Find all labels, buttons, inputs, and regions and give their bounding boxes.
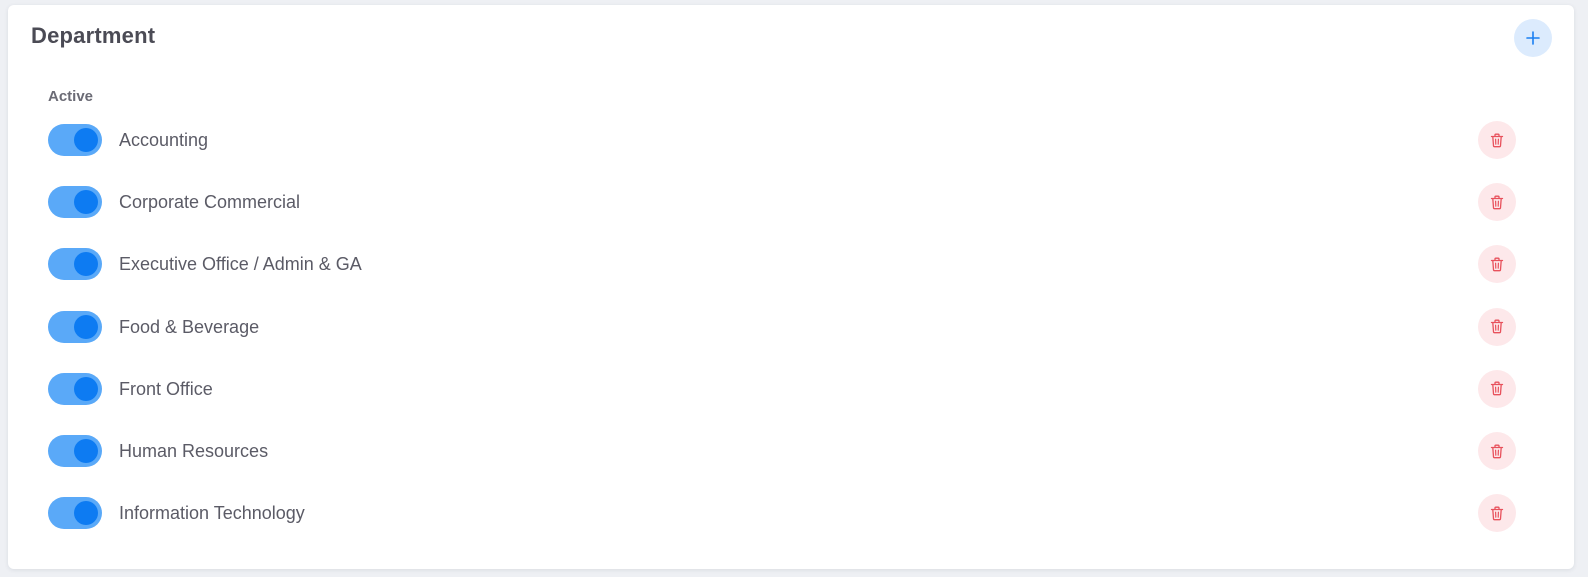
delete-department-button[interactable] xyxy=(1478,183,1516,222)
department-name: Information Technology xyxy=(119,503,305,524)
toggle-knob xyxy=(74,190,98,215)
department-row: Front Office xyxy=(48,369,1536,409)
toggle-knob xyxy=(74,314,98,339)
department-name: Food & Beverage xyxy=(119,316,260,337)
active-toggle[interactable] xyxy=(48,435,102,467)
trash-icon xyxy=(1490,319,1504,334)
department-name: Front Office xyxy=(119,378,213,399)
department-row: Food & Beverage xyxy=(48,307,1536,347)
department-name: Executive Office / Admin & GA xyxy=(119,254,362,275)
department-row: Executive Office / Admin & GA xyxy=(48,244,1536,284)
department-row: Information Technology xyxy=(48,493,1536,533)
toggle-knob xyxy=(74,252,98,277)
department-row: Corporate Commercial xyxy=(48,182,1536,222)
toggle-knob xyxy=(74,376,98,401)
add-department-button[interactable] xyxy=(1514,19,1552,57)
department-panel: Department Active Accounting Corporate Co… xyxy=(8,5,1574,569)
toggle-knob xyxy=(74,501,98,526)
delete-department-button[interactable] xyxy=(1478,432,1516,470)
delete-department-button[interactable] xyxy=(1478,307,1516,346)
active-column-label: Active xyxy=(48,88,94,105)
delete-department-button[interactable] xyxy=(1478,121,1516,159)
delete-department-button[interactable] xyxy=(1478,245,1516,284)
active-toggle[interactable] xyxy=(48,372,102,405)
active-toggle[interactable] xyxy=(48,248,102,281)
delete-department-button[interactable] xyxy=(1478,369,1516,408)
trash-icon xyxy=(1490,257,1504,272)
trash-icon xyxy=(1490,381,1504,396)
department-row: Accounting xyxy=(48,120,1536,160)
trash-icon xyxy=(1490,506,1504,521)
trash-icon xyxy=(1490,133,1504,147)
department-row: Human Resources xyxy=(48,431,1536,471)
department-name: Accounting xyxy=(119,130,209,150)
active-toggle[interactable] xyxy=(48,124,102,156)
toggle-knob xyxy=(74,128,98,152)
delete-department-button[interactable] xyxy=(1478,494,1516,533)
department-name: Human Resources xyxy=(119,441,269,461)
department-name: Corporate Commercial xyxy=(119,192,301,213)
panel-title: Department xyxy=(31,23,156,48)
active-toggle[interactable] xyxy=(48,497,102,530)
trash-icon xyxy=(1490,444,1504,458)
toggle-knob xyxy=(74,439,98,463)
trash-icon xyxy=(1490,195,1504,210)
plus-icon xyxy=(1526,31,1540,45)
active-toggle[interactable] xyxy=(48,310,102,343)
active-toggle[interactable] xyxy=(48,186,102,219)
